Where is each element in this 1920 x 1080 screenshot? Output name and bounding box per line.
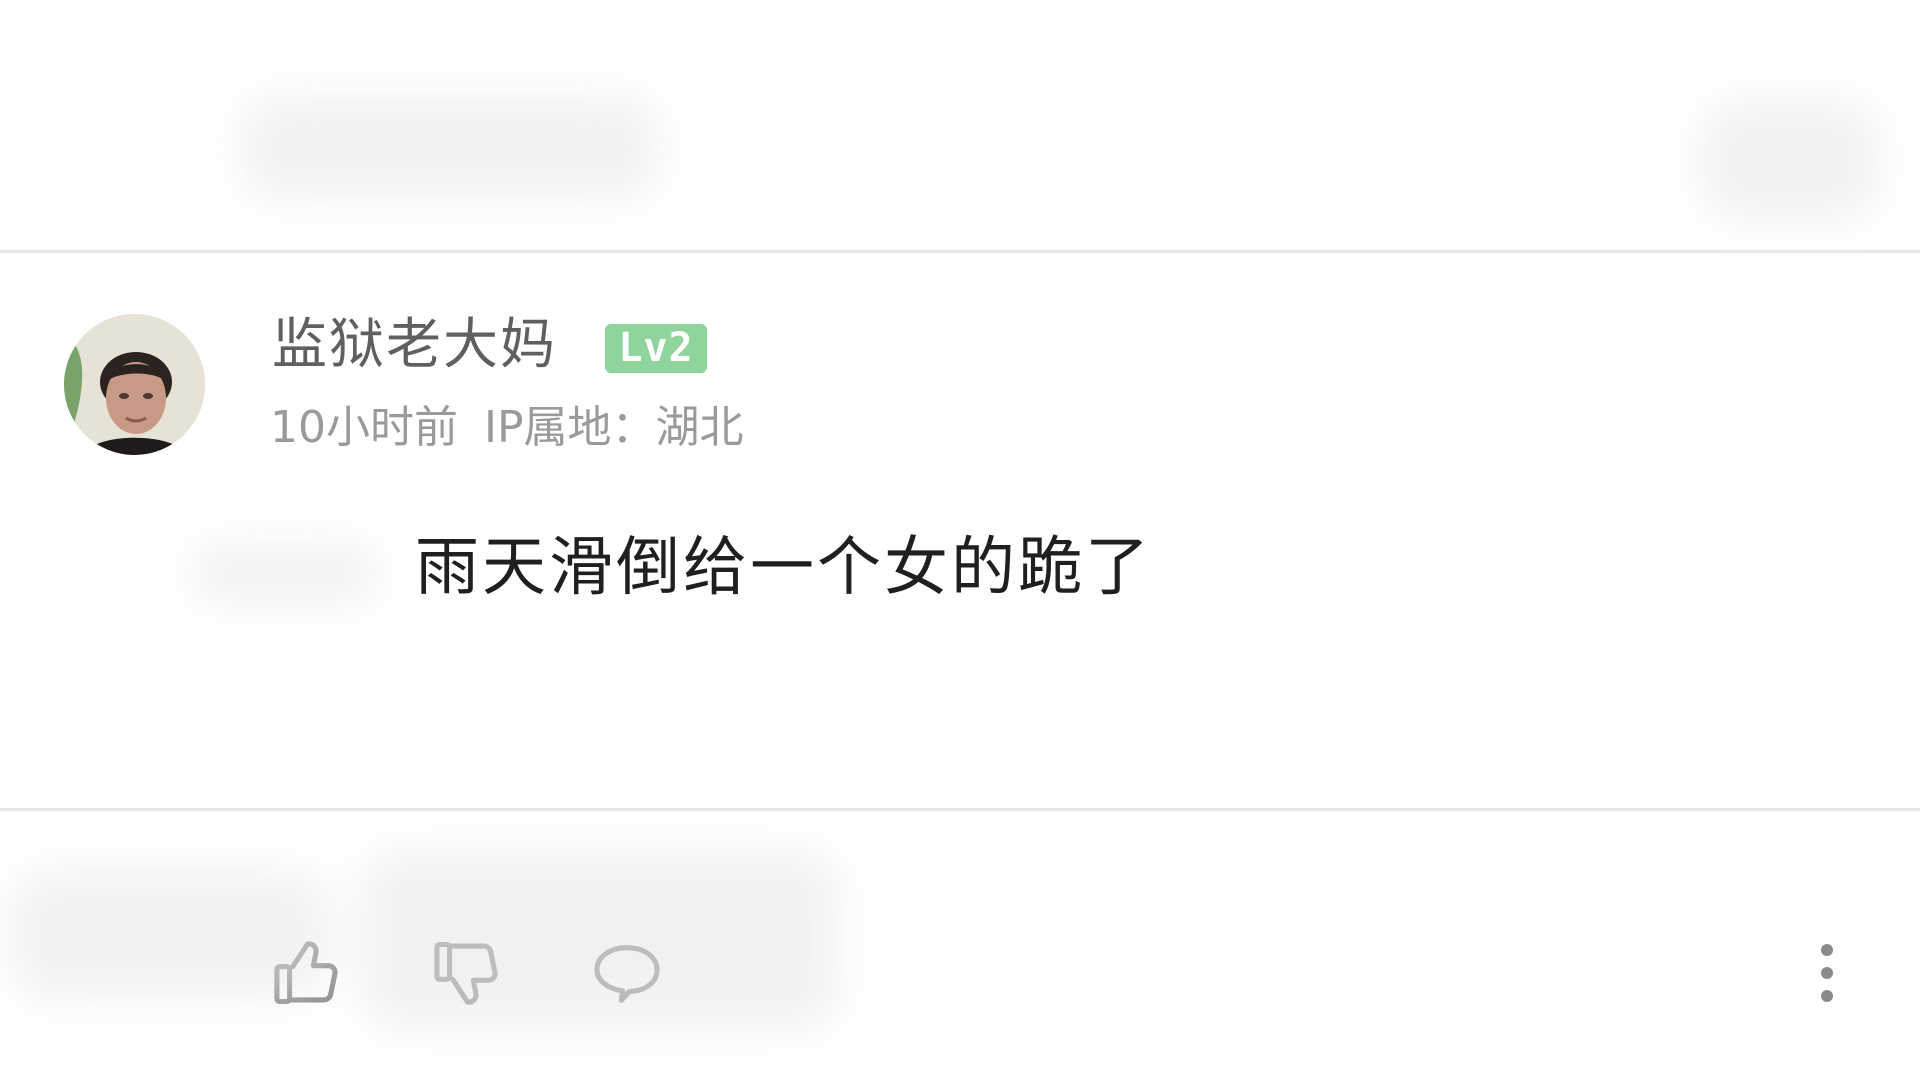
comment-meta: 10小时前 IP属地：湖北 <box>270 400 744 456</box>
username[interactable]: 监狱老大妈 <box>272 309 557 379</box>
divider-bottom <box>0 808 1920 811</box>
more-vertical-icon <box>1821 944 1833 1002</box>
level-badge: Lv2 <box>605 324 707 373</box>
blurred-fragment <box>180 523 400 633</box>
comment-item: 监狱老大妈 Lv2 10小时前 IP属地：湖北 雨天滑倒给一个女的跪了 <box>0 253 1920 1005</box>
comment-text: 雨天滑倒给一个女的跪了 <box>415 531 1152 605</box>
avatar[interactable] <box>64 314 205 455</box>
comment-screen: 监狱老大妈 Lv2 10小时前 IP属地：湖北 雨天滑倒给一个女的跪了 <box>0 0 1920 1080</box>
blurred-next-comment <box>0 820 1000 1080</box>
more-options-button[interactable] <box>1782 928 1872 1018</box>
blurred-previous-comment <box>0 0 1920 250</box>
comment-time: 10小时前 <box>270 402 458 453</box>
ip-location: IP属地：湖北 <box>484 402 744 453</box>
